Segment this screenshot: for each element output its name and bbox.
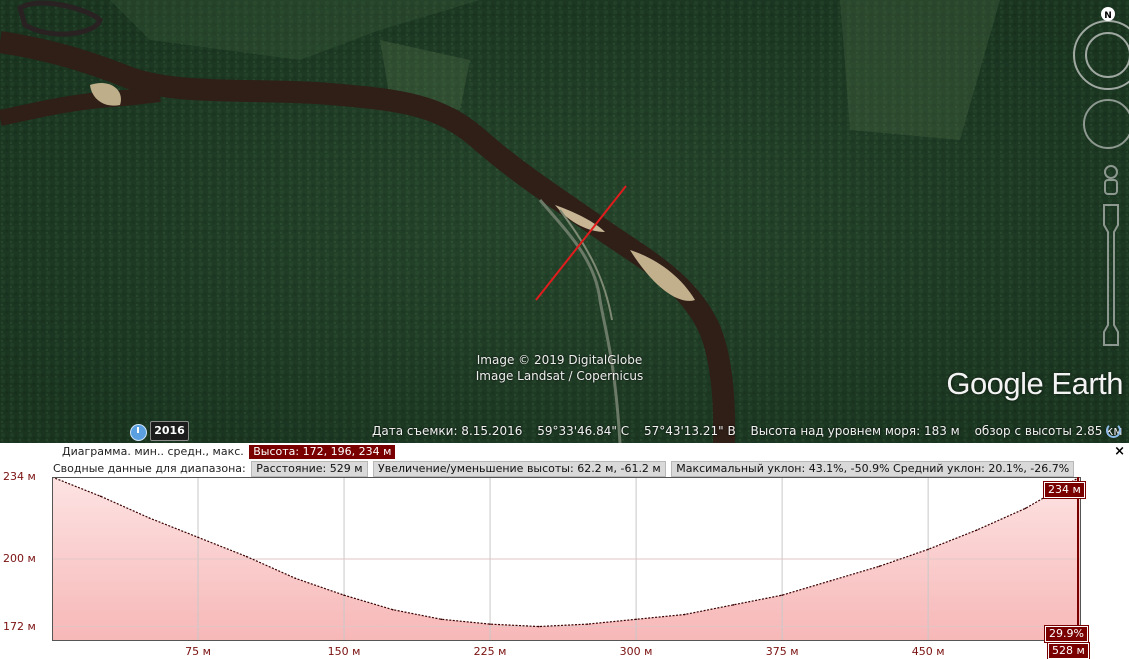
profile-point xyxy=(99,495,102,498)
profile-point xyxy=(878,565,881,568)
y-tick-label: 200 м xyxy=(3,552,36,565)
navigation-controls[interactable]: N xyxy=(1049,0,1129,360)
range-elevation-gain: Увеличение/уменьшение высоты: 62.2 м, -6… xyxy=(373,461,666,477)
elevation-profile-chart[interactable] xyxy=(52,477,1084,642)
profile-point xyxy=(440,618,443,621)
longitude: 57°43'13.21" В xyxy=(643,424,736,438)
imagery-date: Дата съемки: 8.15.2016 xyxy=(372,424,523,438)
range-slope: Максимальный уклон: 43.1%, -50.9% Средни… xyxy=(671,461,1075,477)
range-distance: Расстояние: 529 м xyxy=(251,461,368,477)
profile-point xyxy=(586,623,589,625)
end-elevation-tag: 234 м xyxy=(1043,481,1086,499)
profile-point xyxy=(294,577,297,580)
imagery-year-button[interactable]: 2016 xyxy=(150,421,189,441)
x-tick-label: 75 м xyxy=(185,645,211,658)
profile-point xyxy=(537,625,540,628)
close-profile-button[interactable]: × xyxy=(1114,444,1125,459)
compass-icon[interactable]: N xyxy=(1073,7,1129,90)
status-bar: Дата съемки: 8.15.2016 59°33'46.84" С 57… xyxy=(372,424,1129,438)
profile-point xyxy=(683,613,686,616)
range-summary-row: Сводные данные для диапазона: Расстояние… xyxy=(53,461,1075,477)
look-joystick-icon[interactable] xyxy=(1083,99,1129,149)
profile-point xyxy=(148,517,151,519)
profile-point xyxy=(1024,507,1027,510)
range-summary-label: Сводные данные для диапазона: xyxy=(53,462,246,475)
y-tick-label: 172 м xyxy=(3,619,36,633)
profile-point xyxy=(976,529,978,531)
end-distance-tag: 528 м xyxy=(1047,642,1090,659)
profile-point xyxy=(781,594,783,596)
profile-point xyxy=(197,536,199,539)
streaming-progress-icon xyxy=(1106,423,1121,438)
profile-summary-row: Диаграмма. мин.. средн., макс. Высота: 1… xyxy=(62,445,396,459)
x-tick-label: 225 м xyxy=(473,645,507,658)
profile-point xyxy=(635,618,637,621)
x-tick-label: 375 м xyxy=(765,645,799,658)
elevation-stats-badge: Высота: 172, 196, 234 м xyxy=(249,445,396,459)
profile-point xyxy=(343,594,345,596)
attribution-digitalglobe: Image © 2019 DigitalGlobe xyxy=(476,353,643,367)
eye-altitude: обзор с высоты 2.85 км xyxy=(974,424,1123,438)
elevation: Высота над уровнем моря: 183 м xyxy=(750,424,960,438)
x-tick-label: 300 м xyxy=(619,645,653,658)
zoom-slider-icon[interactable] xyxy=(1103,204,1119,346)
profile-point xyxy=(927,548,929,551)
profile-point xyxy=(391,608,394,611)
y-tick-label: 234 м xyxy=(3,470,36,483)
latitude: 59°33'46.84" С xyxy=(537,424,630,438)
slope-tag: 29.9% xyxy=(1044,625,1089,643)
historical-imagery-clock-icon[interactable] xyxy=(130,424,147,441)
x-tick-label: 450 м xyxy=(911,645,945,658)
google-earth-logo: Google Earth xyxy=(946,366,1123,401)
x-tick-label: 150 м xyxy=(327,645,361,658)
map-view[interactable]: Image © 2019 DigitalGlobe Image Landsat … xyxy=(0,0,1129,443)
profile-point xyxy=(829,579,832,582)
profile-point xyxy=(732,604,735,606)
profile-point xyxy=(489,623,491,625)
compass-n-label: N xyxy=(1104,11,1112,21)
street-view-icon[interactable] xyxy=(1104,165,1118,195)
profile-chart-label: Диаграмма. мин.. средн., макс. xyxy=(62,445,244,458)
profile-point xyxy=(245,555,248,558)
